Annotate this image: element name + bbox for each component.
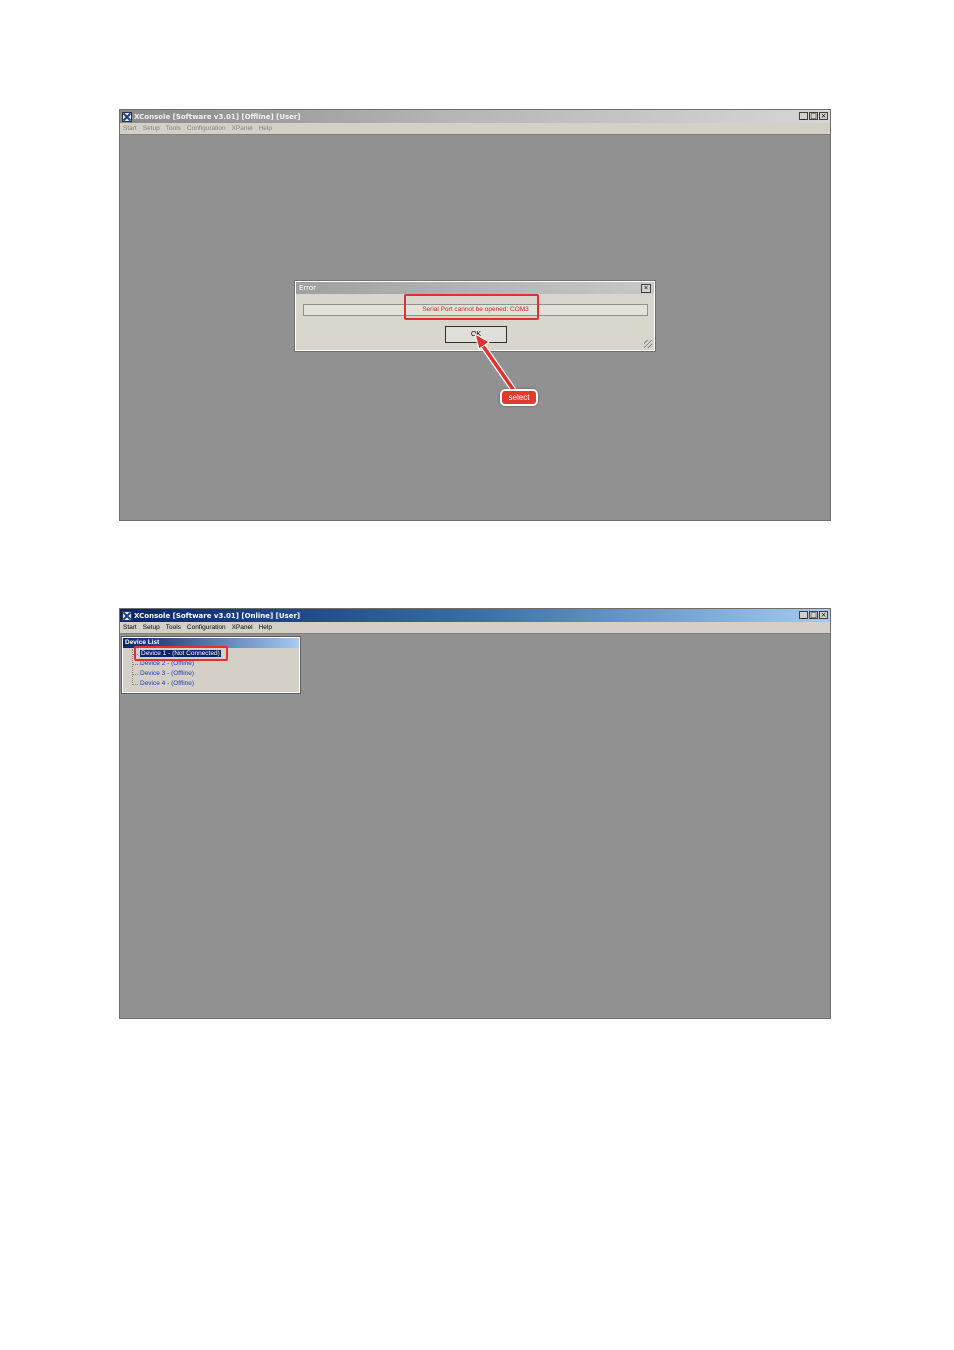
menu-help[interactable]: Help — [259, 624, 272, 631]
title-bar[interactable]: XConsole [Software v3.01] [Online] [User… — [120, 609, 830, 622]
menu-configuration[interactable]: Configuration — [187, 624, 226, 631]
device-item-4[interactable]: Device 4 - (Offline) — [132, 679, 299, 689]
window-title: XConsole [Software v3.01] [Online] [User… — [134, 611, 301, 620]
device-item-label: Device 3 - (Offline) — [140, 670, 195, 677]
close-button[interactable]: × — [819, 611, 828, 619]
minimize-button[interactable]: _ — [799, 611, 808, 619]
xconsole-app-icon[interactable] — [122, 610, 132, 621]
device-item-label: Device 2 - (Offline) — [140, 660, 195, 667]
menu-bar: Start Setup Tools Configuration XPanel H… — [120, 622, 830, 634]
xconsole-window-offline: XConsole [Software v3.01] [Offline] [Use… — [119, 109, 831, 521]
maximize-button[interactable]: □ — [809, 611, 818, 619]
xconsole-window-online: XConsole [Software v3.01] [Online] [User… — [119, 608, 831, 1019]
device-item-3[interactable]: Device 3 - (Offline) — [132, 669, 299, 679]
menu-tools[interactable]: Tools — [166, 624, 181, 631]
device-highlight-box — [134, 646, 228, 661]
select-callout: select — [500, 389, 538, 406]
menu-xpanel[interactable]: XPanel — [232, 624, 253, 631]
menu-start[interactable]: Start — [123, 624, 137, 631]
window-controls: _ □ × — [799, 611, 828, 619]
pointer-arrow-icon — [474, 332, 518, 395]
menu-setup[interactable]: Setup — [143, 624, 160, 631]
device-item-label: Device 4 - (Offline) — [140, 680, 195, 687]
